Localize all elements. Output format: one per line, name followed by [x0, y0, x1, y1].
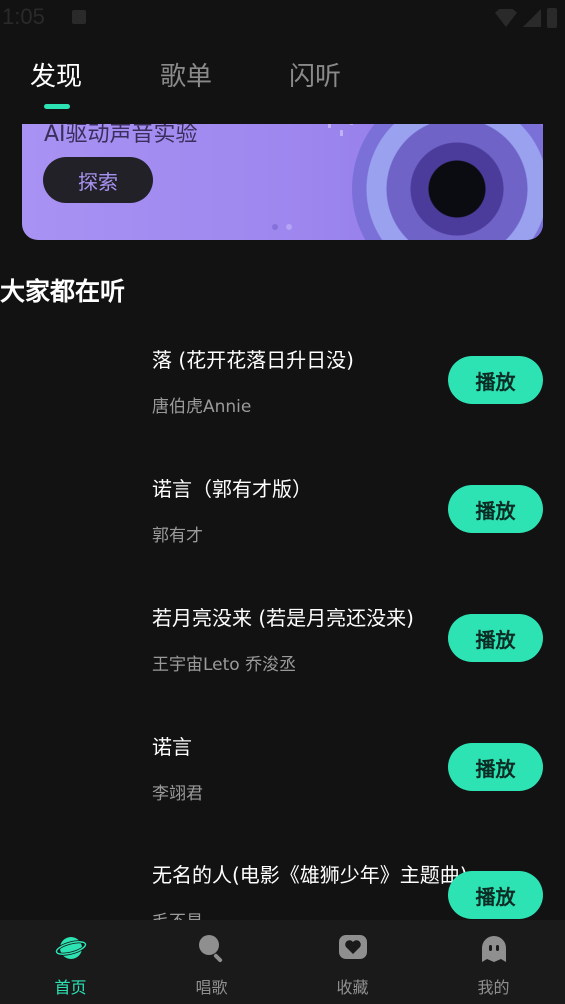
nav-profile[interactable]: 我的 — [423, 920, 564, 1004]
explore-button[interactable]: 探索 — [43, 157, 153, 203]
nav-home[interactable]: 首页 — [0, 920, 141, 1004]
list-item: 诺言 李翊君 播放 — [0, 717, 565, 827]
section-title: 大家都在听 — [0, 277, 126, 306]
song-title: 无名的人(电影《雄狮少年》主题曲) — [152, 863, 468, 887]
song-title: 若月亮没来 (若是月亮还没来) — [152, 606, 414, 630]
list-item: 诺言（郭有才版） 郭有才 播放 — [0, 459, 565, 569]
status-bar: 1:05 — [0, 0, 565, 38]
tab-flash-listen[interactable]: 闪听 — [289, 56, 341, 93]
heart-box-icon — [339, 935, 367, 959]
song-artist: 唐伯虎Annie — [152, 397, 252, 417]
song-title: 诺言（郭有才版） — [152, 477, 312, 501]
list-item: 落 (花开花落日升日没) 唐伯虎Annie 播放 — [0, 330, 565, 440]
play-button[interactable]: 播放 — [448, 743, 543, 791]
tab-indicator — [44, 104, 70, 109]
song-list: 落 (花开花落日升日没) 唐伯虎Annie 播放 诺言（郭有才版） 郭有才 播放… — [0, 330, 565, 920]
song-title: 诺言 — [152, 735, 192, 759]
tab-playlists[interactable]: 歌单 — [160, 56, 212, 93]
nav-favorites[interactable]: 收藏 — [282, 920, 423, 1004]
notification-icon — [72, 10, 86, 24]
carousel-dots — [272, 224, 292, 230]
top-tabs: 发现 歌单 闪听 — [0, 52, 565, 112]
song-artist: 王宇宙Leto 乔浚丞 — [152, 655, 297, 675]
carousel-dot-active — [272, 224, 278, 230]
nav-label: 收藏 — [336, 978, 369, 997]
nav-sing[interactable]: 唱歌 — [141, 920, 282, 1004]
banner-title: AI驱动声音实验 — [44, 124, 198, 147]
status-time: 1:05 — [2, 4, 45, 29]
play-button[interactable]: 播放 — [448, 356, 543, 404]
bottom-nav: 首页 唱歌 收藏 我的 — [0, 920, 565, 1004]
ghost-icon — [482, 936, 506, 962]
microphone-icon — [199, 935, 223, 963]
play-button[interactable]: 播放 — [448, 614, 543, 662]
vinyl-record-image — [352, 124, 543, 240]
nav-label: 我的 — [477, 978, 510, 997]
song-artist: 郭有才 — [152, 526, 203, 546]
carousel-dot — [286, 224, 292, 230]
wifi-icon — [495, 9, 517, 27]
signal-icon — [523, 9, 541, 27]
promo-banner[interactable]: AI驱动声音实验 探索 — [22, 124, 543, 240]
planet-icon — [55, 937, 87, 959]
sparkle-icon — [328, 124, 353, 136]
list-item: 若月亮没来 (若是月亮还没来) 王宇宙Leto 乔浚丞 播放 — [0, 588, 565, 698]
play-button[interactable]: 播放 — [448, 871, 543, 919]
status-icons — [495, 8, 557, 28]
play-button[interactable]: 播放 — [448, 485, 543, 533]
battery-icon — [547, 8, 557, 28]
song-artist: 毛不易 — [152, 907, 203, 920]
song-artist: 李翊君 — [152, 784, 203, 804]
list-item: 无名的人(电影《雄狮少年》主题曲) 毛不易 播放 — [0, 845, 565, 920]
song-title: 落 (花开花落日升日没) — [152, 348, 354, 372]
nav-label: 首页 — [54, 978, 87, 997]
nav-label: 唱歌 — [195, 978, 228, 997]
tab-discover[interactable]: 发现 — [30, 56, 82, 93]
